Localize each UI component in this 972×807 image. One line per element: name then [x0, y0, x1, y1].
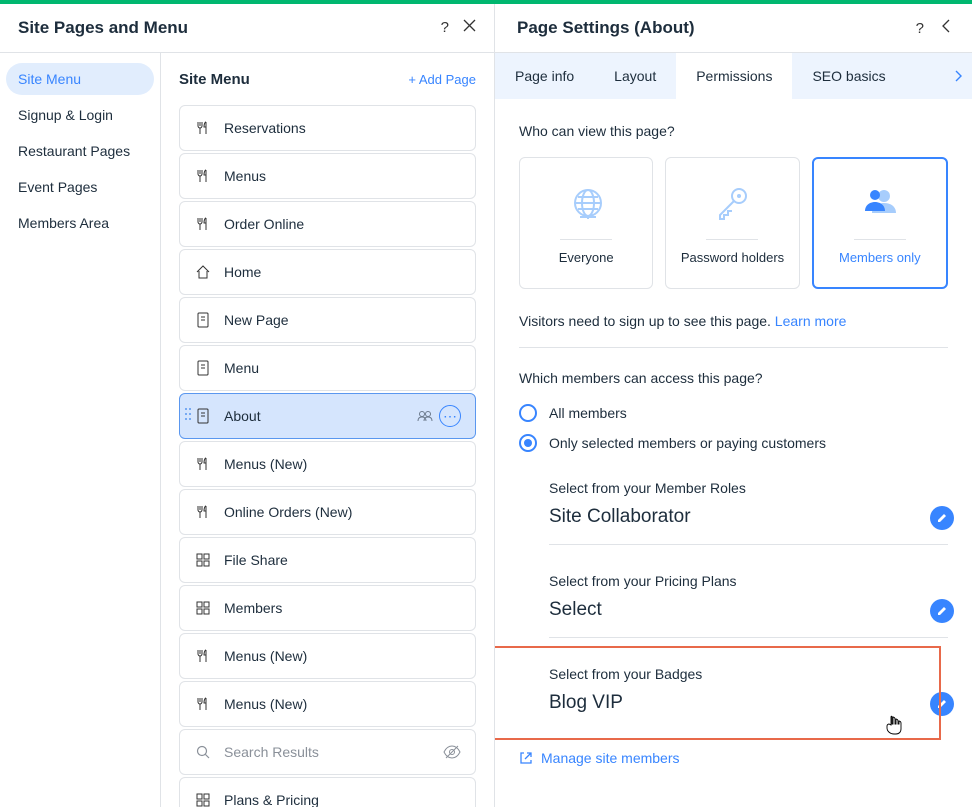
grid-icon: [194, 599, 212, 617]
page-item-label: Menus (New): [224, 696, 307, 712]
page-item[interactable]: File Share: [179, 537, 476, 583]
sidebar-item-members-area[interactable]: Members Area: [6, 207, 154, 239]
page-item[interactable]: Reservations: [179, 105, 476, 151]
cursor-pointer-icon: [885, 715, 903, 740]
utensils-icon: [194, 455, 212, 473]
learn-more-link[interactable]: Learn more: [775, 313, 847, 329]
view-card-members[interactable]: Members only: [812, 157, 948, 289]
radio-icon: [519, 434, 537, 452]
utensils-icon: [194, 503, 212, 521]
help-icon[interactable]: ?: [916, 20, 924, 37]
utensils-icon: [194, 695, 212, 713]
tab-seo-basics[interactable]: SEO basics: [792, 53, 905, 99]
selector-member-roles: Select from your Member Roles Site Colla…: [549, 480, 948, 545]
page-icon: [194, 359, 212, 377]
page-item-label: Order Online: [224, 216, 304, 232]
tab-page-info[interactable]: Page info: [495, 53, 594, 99]
page-item[interactable]: New Page: [179, 297, 476, 343]
utensils-icon: [194, 119, 212, 137]
page-item-label: Plans & Pricing: [224, 792, 319, 807]
page-icon: [194, 311, 212, 329]
radio-icon: [519, 404, 537, 422]
tabs-next-icon[interactable]: [944, 53, 972, 99]
page-item[interactable]: About ⋯: [179, 393, 476, 439]
drag-handle-icon[interactable]: [184, 407, 192, 426]
globe-icon: [566, 181, 606, 225]
add-page-button[interactable]: + Add Page: [408, 72, 476, 87]
page-item-label: Menus: [224, 168, 266, 184]
help-icon[interactable]: ?: [441, 19, 449, 37]
page-item[interactable]: Menu: [179, 345, 476, 391]
edit-badges-button[interactable]: [930, 692, 954, 716]
sidebar-item-event-pages[interactable]: Event Pages: [6, 171, 154, 203]
page-item[interactable]: Members: [179, 585, 476, 631]
external-link-icon: [519, 751, 533, 765]
grid-icon: [194, 791, 212, 807]
sidebar-item-signup-login[interactable]: Signup & Login: [6, 99, 154, 131]
radio-all-members[interactable]: All members: [519, 404, 948, 422]
grid-icon: [194, 551, 212, 569]
utensils-icon: [194, 215, 212, 233]
page-title: Site Pages and Menu: [18, 18, 188, 38]
more-actions-button[interactable]: ⋯: [439, 405, 461, 427]
page-item-label: Online Orders (New): [224, 504, 352, 520]
back-icon[interactable]: [942, 19, 950, 38]
page-item[interactable]: Order Online: [179, 201, 476, 247]
page-item[interactable]: Menus (New): [179, 681, 476, 727]
sidebar-item-site-menu[interactable]: Site Menu: [6, 63, 154, 95]
tab-layout[interactable]: Layout: [594, 53, 676, 99]
edit-member-roles-button[interactable]: [930, 506, 954, 530]
key-icon: [712, 181, 752, 225]
utensils-icon: [194, 167, 212, 185]
page-item-label: Menu: [224, 360, 259, 376]
page-item-label: Search Results: [224, 744, 319, 760]
page-item[interactable]: Menus (New): [179, 441, 476, 487]
access-question: Which members can access this page?: [519, 370, 948, 386]
page-item[interactable]: Search Results: [179, 729, 476, 775]
selector-pricing-plans: Select from your Pricing Plans Select: [549, 573, 948, 638]
people-icon: [860, 181, 900, 225]
hidden-icon: [443, 745, 461, 759]
page-item-label: File Share: [224, 552, 288, 568]
page-item-label: Menus (New): [224, 456, 307, 472]
selector-badges: Select from your Badges Blog VIP: [549, 666, 948, 714]
page-item-label: Home: [224, 264, 261, 280]
utensils-icon: [194, 647, 212, 665]
page-item-label: Menus (New): [224, 648, 307, 664]
manage-members-link[interactable]: Manage site members: [519, 750, 948, 766]
signup-info: Visitors need to sign up to see this pag…: [519, 313, 948, 329]
view-card-everyone[interactable]: Everyone: [519, 157, 653, 289]
view-card-password[interactable]: Password holders: [665, 157, 799, 289]
page-item[interactable]: Menus: [179, 153, 476, 199]
radio-selected-members[interactable]: Only selected members or paying customer…: [519, 434, 948, 452]
settings-tabs: Page info Layout Permissions SEO basics: [495, 53, 972, 99]
page-item-label: Reservations: [224, 120, 306, 136]
pages-list-title: Site Menu: [179, 71, 250, 88]
sidebar-item-restaurant-pages[interactable]: Restaurant Pages: [6, 135, 154, 167]
settings-title: Page Settings (About): [517, 18, 695, 38]
page-item[interactable]: Home: [179, 249, 476, 295]
page-item[interactable]: Plans & Pricing: [179, 777, 476, 807]
view-question: Who can view this page?: [519, 123, 948, 139]
page-item-label: New Page: [224, 312, 289, 328]
page-icon: [194, 407, 212, 425]
edit-pricing-plans-button[interactable]: [930, 599, 954, 623]
home-icon: [194, 263, 212, 281]
page-item[interactable]: Menus (New): [179, 633, 476, 679]
close-icon[interactable]: [463, 19, 476, 37]
members-icon: [417, 410, 433, 422]
tab-permissions[interactable]: Permissions: [676, 53, 792, 99]
page-item-label: Members: [224, 600, 282, 616]
sidebar: Site Menu Signup & Login Restaurant Page…: [0, 53, 160, 807]
page-item[interactable]: Online Orders (New): [179, 489, 476, 535]
page-item-label: About: [224, 408, 261, 424]
search-icon: [194, 743, 212, 761]
